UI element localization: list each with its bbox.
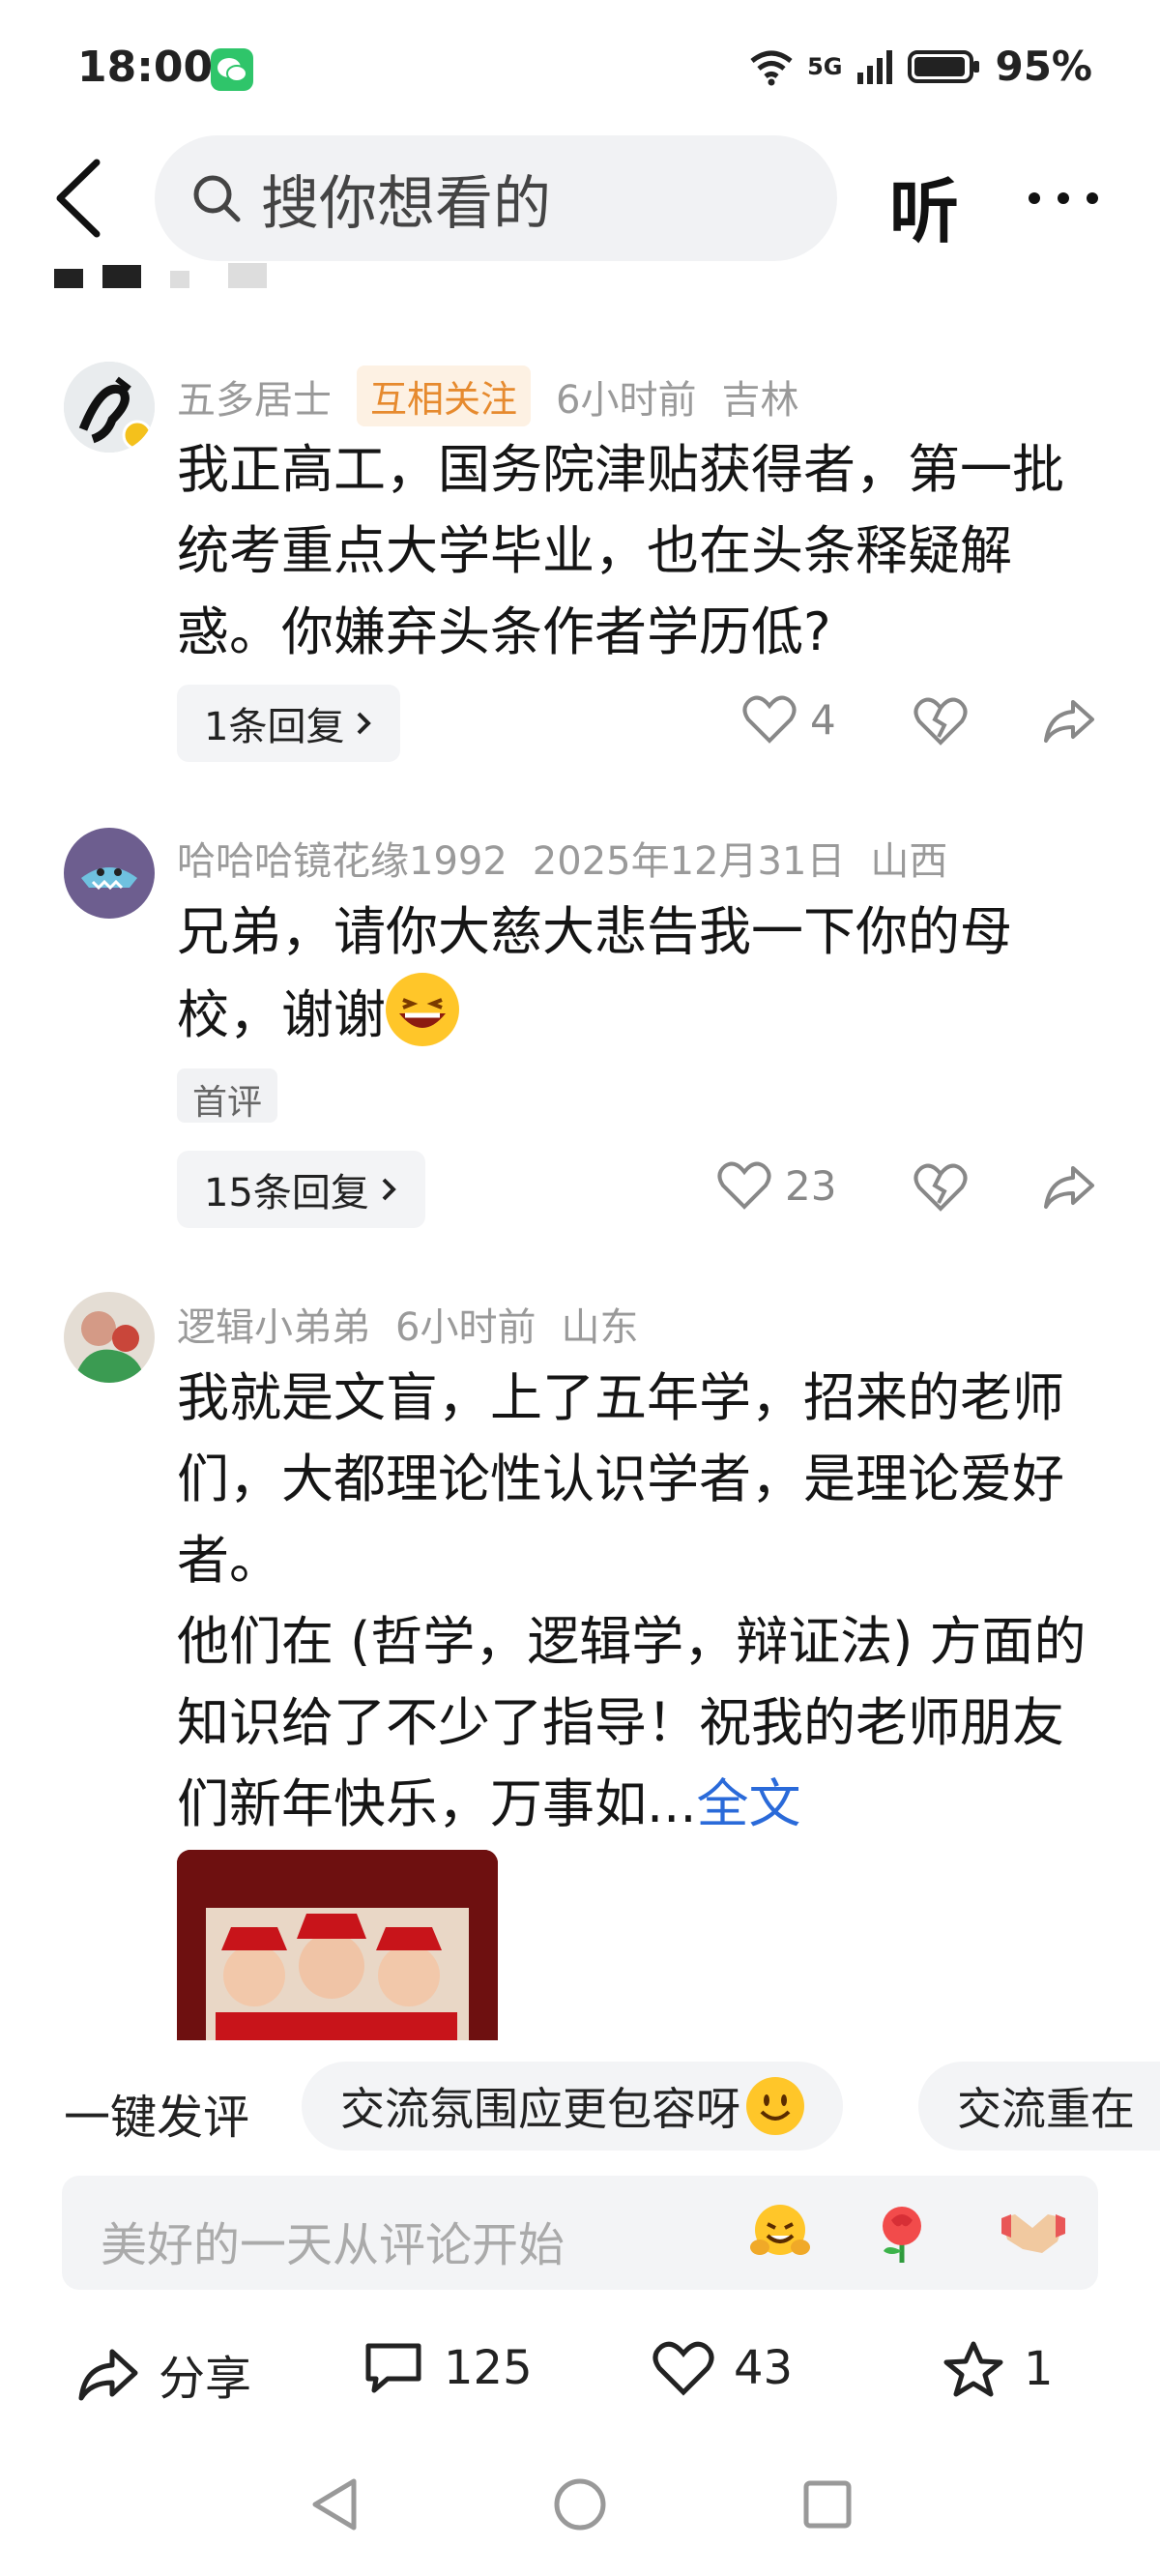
comment-text[interactable]: 我正高工，国务院津贴获得者，第一批统考重点大学毕业，也在头条释疑解惑。你嫌弃头条… [177,429,1105,673]
share-comment-button[interactable] [1042,696,1096,746]
username[interactable]: 逻辑小弟弟 [177,1296,370,1352]
back-icon [56,159,101,238]
quick-comment-label: 一键发评 [64,2091,250,2145]
like-count: 23 [785,1161,837,1210]
replies-count: 15条回复 [204,1171,369,1215]
avatar[interactable] [64,362,155,453]
battery-percent: 95% [995,43,1092,90]
like-article-button[interactable]: 43 [652,2340,793,2396]
comment-location: 山西 [870,839,948,884]
square-recents-icon [803,2480,852,2529]
avatar[interactable] [64,828,155,919]
broken-heart-icon [914,697,968,746]
comment-time: 6小时前 [556,377,697,423]
share-icon [77,2346,139,2402]
dislike-button[interactable] [914,1162,968,1213]
wechat-icon [211,48,253,91]
view-replies-button[interactable]: 1条回复 [177,685,401,762]
like-button[interactable]: 4 [742,694,836,745]
comment-bubble-icon [362,2340,424,2396]
comment-paragraph: 他们在 (哲学，逻辑学，辩证法) 方面的知识给了不少了指导！祝我的老师朋友们新年… [177,1601,1105,1845]
comment-time: 6小时前 [395,1305,536,1350]
laughing-emoji-icon [386,973,459,1046]
favorite-button[interactable]: 1 [942,2340,1054,2398]
more-button[interactable] [1025,179,1102,218]
comment-input[interactable]: 美好的一天从评论开始 [62,2176,1098,2290]
share-icon [1044,700,1094,743]
nav-recents-button[interactable] [800,2475,855,2533]
comments-count: 125 [444,2341,533,2395]
share-comment-button[interactable] [1042,1162,1096,1213]
username[interactable]: 五多居士 [177,368,332,424]
favorites-count: 1 [1024,2342,1054,2396]
comment-location: 山东 [561,1305,639,1350]
heart-icon [652,2340,714,2396]
rose-icon[interactable] [870,2201,934,2265]
nav-back-button[interactable] [307,2475,362,2533]
circle-home-icon [554,2478,606,2531]
chip-text: 交流氛围应更包容呀 [340,2083,740,2135]
view-replies-button[interactable]: 15条回复 [177,1151,425,1228]
username[interactable]: 哈哈哈镜花缘1992 [177,830,508,886]
share-label: 分享 [159,2352,252,2406]
comment-meta: 逻辑小弟弟 6小时前 山东 [177,1296,638,1352]
nav-home-button[interactable] [551,2475,609,2533]
comment-text-line: 兄弟，请你大慈大悲告我一下你的母 [177,901,1012,962]
comment-location: 吉林 [721,377,799,423]
chevron-right-icon [354,709,373,738]
likes-count: 43 [734,2341,794,2395]
comment-paragraph: 我就是文盲，上了五年学，招来的老师们，大都理论性认识学者，是理论爱好者。 [177,1367,1064,1591]
share-icon [1044,1166,1094,1209]
comment-text-tail: 校，谢谢 [177,984,386,1045]
first-comment-tag: 首评 [177,1068,278,1123]
comment-input-placeholder: 美好的一天从评论开始 [101,2218,566,2272]
heart-icon [717,1160,771,1211]
heart-icon [742,694,797,745]
listen-button[interactable]: 听 [889,155,959,256]
status-indicators: 5G 95% [749,43,1092,90]
avatar[interactable] [64,1292,155,1383]
more-icon [1029,192,1098,204]
comments-button[interactable]: 125 [362,2340,533,2396]
share-button[interactable]: 分享 [77,2340,251,2408]
chip-text: 交流重在 [957,2083,1135,2135]
mutual-follow-badge: 互相关注 [357,366,532,426]
comment-image[interactable] [177,1850,498,2040]
search-placeholder: 搜你想看的 [261,169,551,238]
smile-emoji-icon [746,2077,804,2135]
network-label: 5G [807,52,843,80]
comment-text[interactable]: 我就是文盲，上了五年学，招来的老师们，大都理论性认识学者，是理论爱好者。 他们在… [177,1358,1105,1845]
comment-time: 2025年12月31日 [532,839,846,884]
hugging-emoji-icon[interactable] [748,2203,812,2263]
signal-icon [856,47,894,86]
search-input[interactable]: 搜你想看的 [155,135,837,261]
chevron-right-icon [379,1175,398,1204]
comment-meta: 五多居士 互相关注 6小时前 吉林 [177,366,798,426]
dislike-button[interactable] [914,696,968,746]
wifi-icon [749,47,794,86]
quick-reply-chip[interactable]: 交流重在 [918,2062,1160,2151]
like-button[interactable]: 23 [717,1160,836,1211]
back-button[interactable] [48,155,116,242]
comment-meta: 哈哈哈镜花缘1992 2025年12月31日 山西 [177,830,947,886]
like-count: 4 [810,695,836,744]
broken-heart-icon [914,1163,968,1212]
replies-count: 1条回复 [204,705,345,749]
comment-text-truncated: 他们在 (哲学，逻辑学，辩证法) 方面的知识给了不少了指导！祝我的老师朋友们新年… [177,1611,1087,1834]
quick-reply-chip[interactable]: 交流氛围应更包容呀 [302,2062,843,2151]
battery-icon [908,48,981,85]
comment-text[interactable]: 兄弟，请你大慈大悲告我一下你的母 校，谢谢 [177,892,1105,1056]
status-time: 18:00 [77,43,214,92]
search-icon [189,171,244,225]
full-text-link[interactable]: 全文 [697,1773,801,1834]
star-icon [942,2340,1004,2398]
comment-text-line: 校，谢谢 [177,973,1105,1056]
handshake-icon[interactable] [1000,2205,1067,2259]
scrolled-content-edge [54,259,325,288]
triangle-back-icon [312,2478,357,2531]
